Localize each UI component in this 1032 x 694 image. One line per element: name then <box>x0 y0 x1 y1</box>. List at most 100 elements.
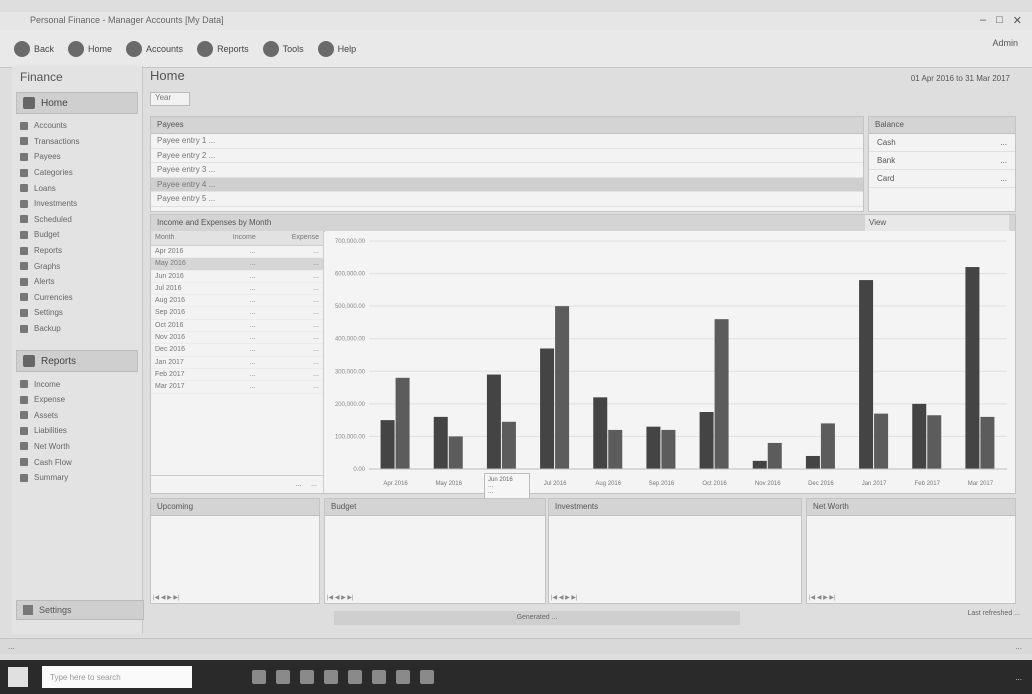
bar-series-1[interactable] <box>965 267 980 469</box>
maximize-icon[interactable]: □ <box>996 14 1003 27</box>
bar-series-1[interactable] <box>433 416 448 469</box>
bar-series-1[interactable] <box>380 420 395 469</box>
app-icon[interactable] <box>300 670 314 684</box>
bar-series-2[interactable] <box>874 413 889 469</box>
sidebar-item[interactable]: Backup <box>12 321 142 337</box>
user-label[interactable]: Admin <box>992 38 1018 48</box>
minimize-icon[interactable]: – <box>980 14 986 27</box>
bar-series-2[interactable] <box>980 416 995 469</box>
bar-series-2[interactable] <box>448 436 463 469</box>
table-row[interactable]: Oct 2016...... <box>151 320 323 333</box>
date-range[interactable]: 01 Apr 2016 to 31 Mar 2017 <box>911 74 1010 83</box>
table-row[interactable]: Nov 2016...... <box>151 332 323 345</box>
bar-series-1[interactable] <box>540 348 555 469</box>
sidebar-item[interactable]: Currencies <box>12 290 142 306</box>
column-header[interactable]: Month <box>151 231 198 245</box>
bar-series-2[interactable] <box>714 319 729 469</box>
sidebar-item[interactable]: Reports <box>12 243 142 259</box>
toolbar-button[interactable]: Home <box>68 40 112 57</box>
view-dropdown[interactable]: View <box>865 215 1009 231</box>
balance-row[interactable]: Cash... <box>869 134 1015 152</box>
payee-row[interactable]: Payee entry 3 ... <box>151 163 863 178</box>
sidebar-item[interactable]: Alerts <box>12 274 142 290</box>
sidebar-item[interactable]: Summary <box>12 470 142 486</box>
bar-series-2[interactable] <box>661 429 676 469</box>
sidebar-footer[interactable]: Settings <box>16 600 144 620</box>
column-header[interactable]: Income <box>198 231 256 245</box>
app-icon[interactable] <box>396 670 410 684</box>
app-icon[interactable] <box>276 670 290 684</box>
bar-series-2[interactable] <box>820 423 835 469</box>
table-row[interactable]: Jun 2016...... <box>151 271 323 283</box>
table-row[interactable]: Feb 2017...... <box>151 369 323 382</box>
table-row[interactable]: Sep 2016...... <box>151 307 323 320</box>
toolbar-button[interactable]: Reports <box>197 40 249 57</box>
refresh-label[interactable]: Last refreshed ... <box>967 610 1020 617</box>
sidebar-section-home[interactable]: Home <box>16 92 138 114</box>
pager-controls[interactable]: |◀ ◀ ▶ ▶| <box>153 594 180 601</box>
sidebar-section-reports[interactable]: Reports <box>16 350 138 373</box>
column-header[interactable]: Expense <box>256 231 323 245</box>
period-select[interactable]: Year <box>150 92 190 106</box>
sidebar-item[interactable]: Graphs <box>12 258 142 274</box>
app-icon[interactable] <box>420 670 434 684</box>
sidebar-item[interactable]: Categories <box>12 165 142 181</box>
bar-series-1[interactable] <box>646 426 661 469</box>
app-icon[interactable] <box>324 670 338 684</box>
sidebar-item[interactable]: Transactions <box>12 134 142 150</box>
balance-row[interactable]: Card... <box>869 170 1015 188</box>
bar-series-2[interactable] <box>395 377 410 469</box>
sidebar-item[interactable]: Loans <box>12 180 142 196</box>
sidebar-item[interactable]: Net Worth <box>12 439 142 455</box>
sidebar-item[interactable]: Scheduled <box>12 212 142 228</box>
table-row[interactable]: Apr 2016...... <box>151 246 323 259</box>
sidebar-item[interactable]: Budget <box>12 227 142 243</box>
toolbar-button[interactable]: Accounts <box>126 40 183 57</box>
app-icon[interactable] <box>372 670 386 684</box>
payee-row[interactable]: Payee entry 5 ... <box>151 192 863 207</box>
bar-series-2[interactable] <box>767 442 782 469</box>
sidebar-item[interactable]: Settings <box>12 305 142 321</box>
sidebar-item[interactable]: Investments <box>12 196 142 212</box>
table-row[interactable]: Jan 2017...... <box>151 357 323 369</box>
payee-row[interactable]: Payee entry 4 ... <box>151 177 863 192</box>
bar-series-1[interactable] <box>699 412 714 469</box>
sidebar-item[interactable]: Liabilities <box>12 423 142 439</box>
app-icon[interactable] <box>252 670 266 684</box>
sidebar-item[interactable]: Cash Flow <box>12 454 142 470</box>
bar-series-1[interactable] <box>859 280 874 469</box>
taskbar-search[interactable]: Type here to search <box>42 666 192 688</box>
start-button[interactable] <box>8 667 28 687</box>
table-row[interactable]: Dec 2016...... <box>151 344 323 357</box>
table-row[interactable]: May 2016...... <box>151 258 323 271</box>
balance-row[interactable]: Bank... <box>869 152 1015 170</box>
table-row[interactable]: Jul 2016...... <box>151 283 323 296</box>
pager-controls[interactable]: |◀ ◀ ▶ ▶| <box>551 594 578 601</box>
sidebar-item[interactable]: Income <box>12 376 142 392</box>
bar-series-1[interactable] <box>805 455 820 469</box>
table-row[interactable]: Aug 2016...... <box>151 295 323 308</box>
bar-series-1[interactable] <box>752 460 767 469</box>
bar-series-1[interactable] <box>486 374 501 469</box>
bar-series-2[interactable] <box>501 421 516 469</box>
sidebar-item[interactable]: Expense <box>12 392 142 408</box>
toolbar-button[interactable]: Help <box>317 40 356 57</box>
close-icon[interactable]: ✕ <box>1013 14 1022 27</box>
sidebar-item[interactable]: Accounts <box>12 118 142 134</box>
pager-controls[interactable]: |◀ ◀ ▶ ▶| <box>327 594 354 601</box>
toolbar-button[interactable]: Tools <box>262 40 304 57</box>
clock[interactable]: ... <box>1015 673 1022 682</box>
app-icon[interactable] <box>348 670 362 684</box>
bar-series-2[interactable] <box>927 415 942 469</box>
payee-row[interactable]: Payee entry 1 ... <box>151 134 863 149</box>
pager-controls[interactable]: |◀ ◀ ▶ ▶| <box>809 594 836 601</box>
bar-series-2[interactable] <box>608 429 623 469</box>
payee-row[interactable]: Payee entry 2 ... <box>151 149 863 163</box>
toolbar-button[interactable]: Back <box>14 40 54 57</box>
sidebar-item[interactable]: Assets <box>12 408 142 424</box>
sidebar-item[interactable]: Payees <box>12 149 142 165</box>
bar-series-2[interactable] <box>555 306 570 469</box>
bar-series-1[interactable] <box>912 403 927 469</box>
bar-series-1[interactable] <box>593 397 608 469</box>
table-row[interactable]: Mar 2017...... <box>151 381 323 394</box>
